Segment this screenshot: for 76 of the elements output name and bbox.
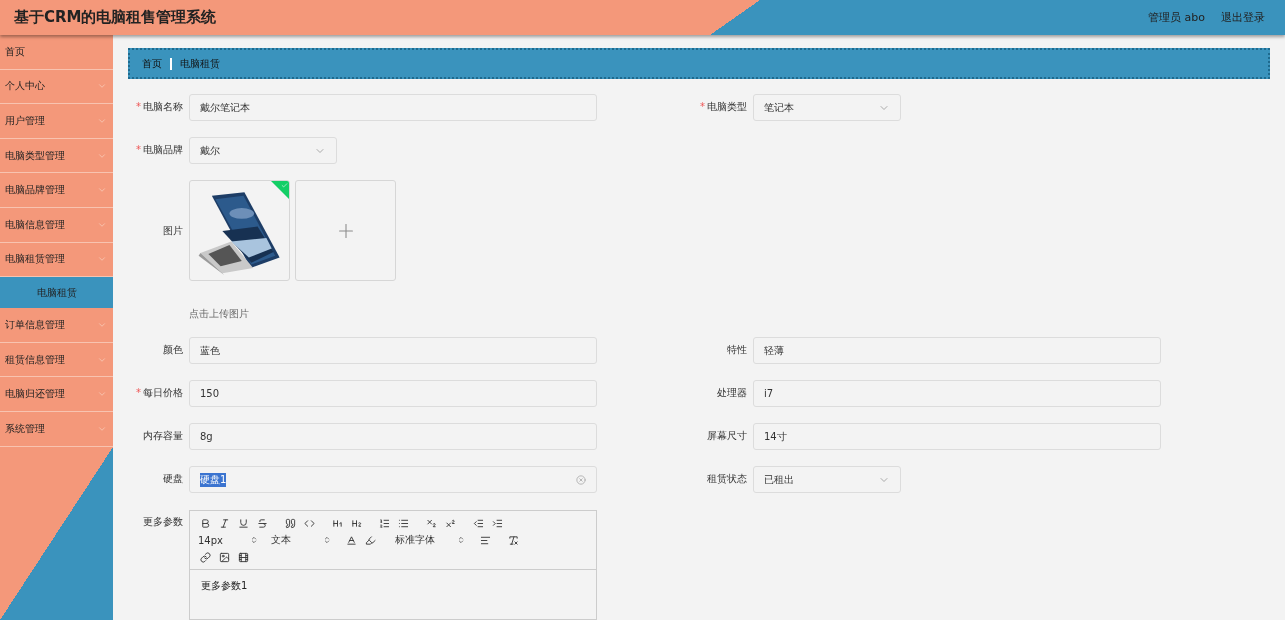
clear-format-icon[interactable] — [507, 534, 519, 546]
select-field[interactable]: 戴尔 — [189, 137, 337, 164]
label-text: 图片 — [163, 225, 183, 236]
input-field[interactable]: 150 — [189, 380, 597, 407]
label-text: 更多参数 — [143, 516, 183, 527]
sidebar-item[interactable]: 电脑类型管理 — [0, 138, 113, 174]
up-down-arrows-icon — [250, 536, 258, 544]
select-field[interactable]: 已租出 — [753, 466, 901, 493]
input-field[interactable]: 轻薄 — [753, 337, 1161, 364]
sidebar-item[interactable]: 系统管理 — [0, 411, 113, 447]
italic-icon[interactable] — [218, 517, 230, 529]
align-icon[interactable] — [479, 534, 491, 546]
logout-link[interactable]: 退出登录 — [1221, 10, 1265, 25]
label-text: 内存容量 — [143, 430, 183, 441]
format-picker[interactable]: 14px — [198, 534, 258, 546]
sidebar-item[interactable]: 电脑品牌管理 — [0, 173, 113, 208]
rich-text-editor[interactable]: 14px 文本 标准字体 更多参数1 — [189, 510, 597, 620]
breadcrumb-link[interactable]: 电脑租赁 — [180, 56, 220, 71]
required-mark: * — [136, 387, 141, 398]
input-field[interactable]: 蓝色 — [189, 337, 597, 364]
sidebar-item[interactable]: 个人中心 — [0, 69, 113, 105]
input-field[interactable]: 戴尔笔记本 — [189, 94, 597, 121]
breadcrumb-link[interactable]: 首页 — [142, 56, 162, 71]
superscript-icon[interactable] — [444, 517, 456, 529]
link-icon[interactable] — [199, 551, 211, 563]
select-field[interactable]: 笔记本 — [753, 94, 901, 121]
format-picker[interactable]: 文本 — [271, 533, 331, 547]
outdent-icon[interactable] — [472, 517, 484, 529]
sidebar-item[interactable]: 电脑归还管理 — [0, 377, 113, 412]
input-field[interactable]: 14寸 — [753, 423, 1161, 450]
up-down-arrows-icon — [457, 536, 465, 544]
label-text: 处理器 — [717, 387, 747, 398]
code-icon[interactable] — [303, 517, 315, 529]
sidebar-item[interactable]: 首页 — [0, 35, 113, 70]
bold-icon[interactable] — [199, 517, 211, 529]
video-icon[interactable] — [237, 551, 249, 563]
label-text: 电脑品牌 — [143, 144, 183, 155]
label-text: 硬盘 — [163, 473, 183, 484]
bullet-list-icon[interactable] — [397, 517, 409, 529]
image-icon[interactable] — [218, 551, 230, 563]
input-field[interactable]: 8g — [189, 423, 597, 450]
sidebar-item[interactable]: 租赁信息管理 — [0, 342, 113, 378]
sidebar-item[interactable]: 电脑信息管理 — [0, 207, 113, 243]
underline-icon[interactable] — [237, 517, 249, 529]
font-color-icon[interactable] — [345, 534, 357, 546]
chevron-down-icon — [97, 116, 107, 126]
sidebar-subitem[interactable]: 电脑租赁 — [0, 277, 113, 309]
up-down-arrows-icon — [323, 536, 331, 544]
label-text: 特性 — [727, 344, 747, 355]
upload-hint: 点击上传图片 — [189, 307, 250, 321]
label-text: 颜色 — [163, 344, 183, 355]
sidebar-item[interactable]: 用户管理 — [0, 104, 113, 139]
label-text: 电脑类型 — [707, 101, 747, 112]
input-field[interactable]: i7 — [753, 380, 1161, 407]
label-text: 电脑名称 — [143, 101, 183, 112]
indent-icon[interactable] — [491, 517, 503, 529]
label-text: 屏幕尺寸 — [707, 430, 747, 441]
subscript-icon[interactable] — [425, 517, 437, 529]
label-text: 租赁状态 — [707, 473, 747, 484]
highlight-icon[interactable] — [364, 534, 376, 546]
label-text: 每日价格 — [143, 387, 183, 398]
quote-icon[interactable] — [284, 517, 296, 529]
format-picker[interactable]: 标准字体 — [395, 533, 465, 547]
app-title: 基于CRM的电脑租售管理系统 — [14, 8, 218, 27]
required-mark: * — [136, 101, 141, 112]
ordered-list-icon[interactable] — [378, 517, 390, 529]
sidebar-item[interactable]: 订单信息管理 — [0, 308, 113, 343]
input-field[interactable]: 硬盘1 — [189, 466, 597, 493]
heading-one-icon[interactable] — [331, 517, 343, 529]
strikethrough-icon[interactable] — [256, 517, 268, 529]
required-mark: * — [700, 101, 705, 112]
uploaded-image[interactable] — [189, 180, 290, 281]
required-mark: * — [136, 144, 141, 155]
editor-content: 更多参数1 — [200, 579, 249, 593]
user-name: 管理员 abo — [1148, 10, 1205, 25]
heading-two-icon[interactable] — [350, 517, 362, 529]
